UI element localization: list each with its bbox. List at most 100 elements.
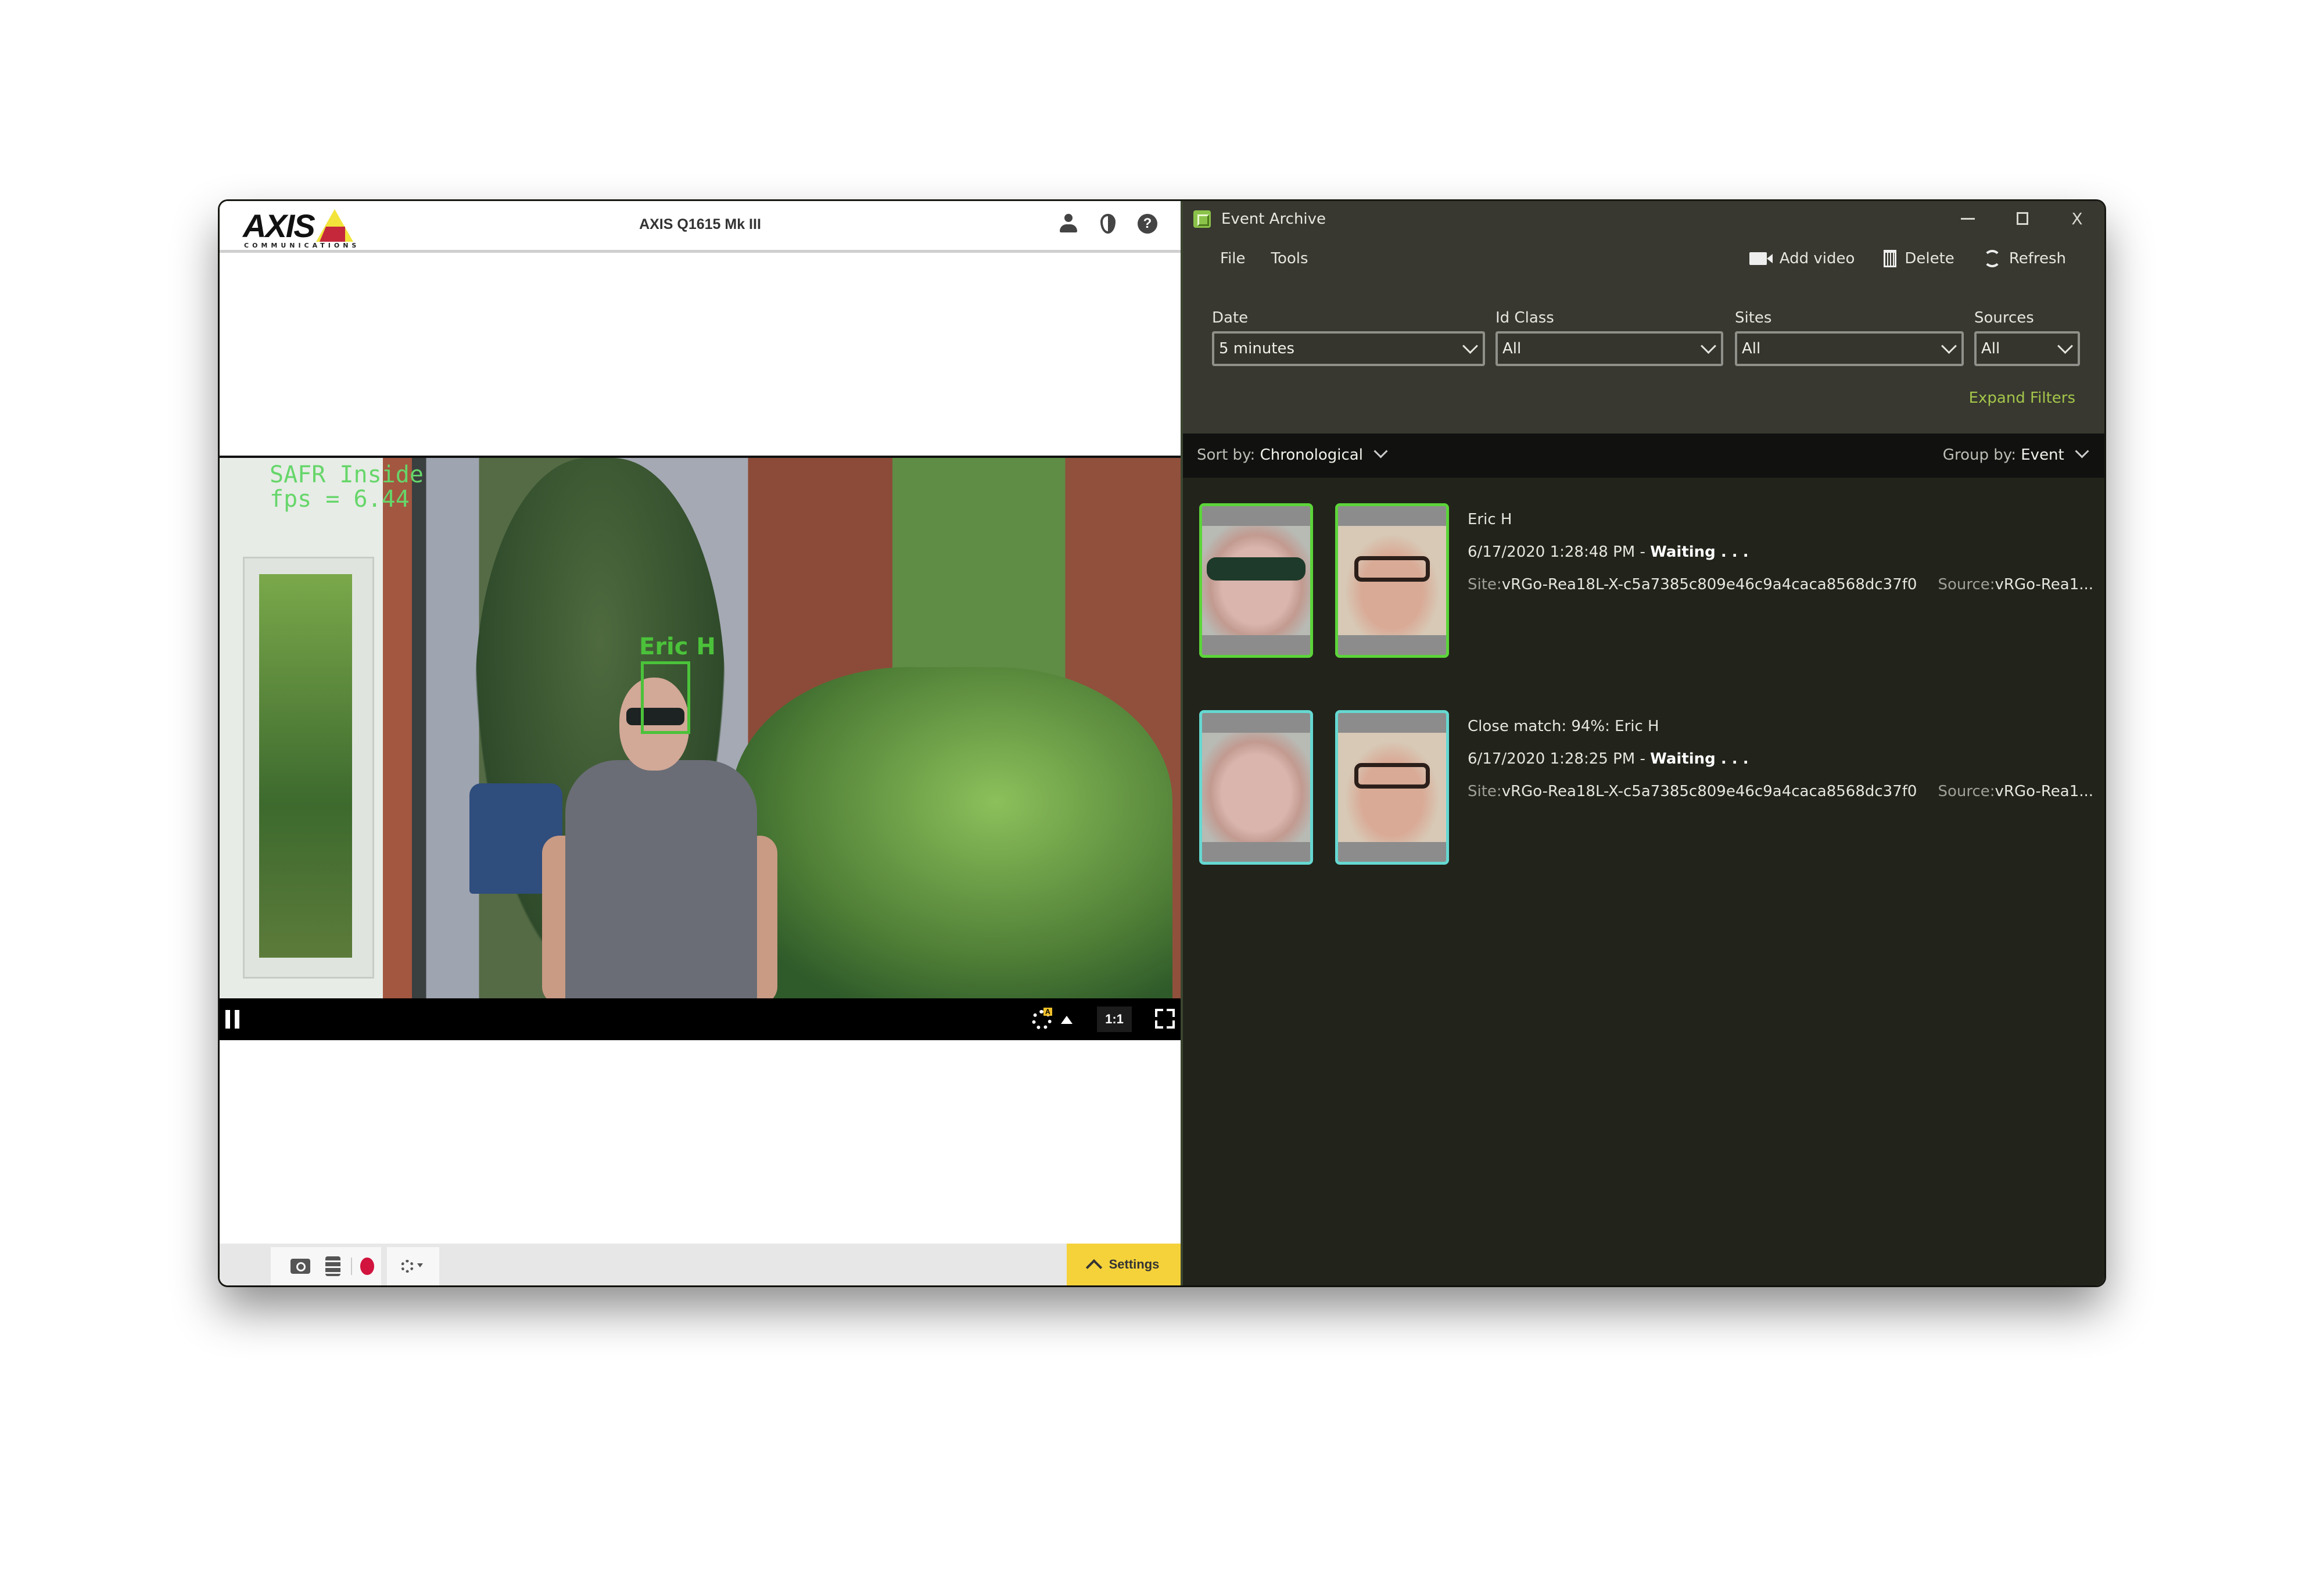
event-site-row: Site:vRGo-Rea18L-X-c5a7385c809e46c9a4cac… xyxy=(1468,568,2093,601)
add-video-label: Add video xyxy=(1779,250,1855,267)
event-details: Eric H 6/17/2020 1:28:48 PM - Waiting . … xyxy=(1468,503,2093,601)
sites-filter-label: Sites xyxy=(1735,309,1772,327)
header-icons: ? xyxy=(1059,214,1157,234)
add-video-button[interactable]: Add video xyxy=(1749,250,1855,267)
fullscreen-icon[interactable] xyxy=(1155,1009,1175,1029)
video-camera-icon xyxy=(1749,252,1773,265)
menu-file[interactable]: File xyxy=(1220,250,1246,267)
settings-button[interactable]: Settings xyxy=(1067,1244,1181,1285)
caret-down-icon[interactable] xyxy=(417,1263,423,1267)
reference-face-thumbnail[interactable] xyxy=(1335,710,1449,865)
site-value: vRGo-Rea18L-X-c5a7385c809e46c9a4caca8568… xyxy=(1501,783,1917,800)
source-label: Source: xyxy=(1938,576,1995,593)
delete-label: Delete xyxy=(1905,250,1954,267)
gear-icon[interactable] xyxy=(401,1260,414,1273)
expand-filters-link[interactable]: Expand Filters xyxy=(1969,389,2075,407)
sort-group-bar: Sort by: Chronological Group by: Event xyxy=(1183,434,2104,478)
event-archive-top: Event Archive X File Tools Add video Del… xyxy=(1183,201,2104,434)
minimize-button[interactable] xyxy=(1941,201,1995,236)
event-timestamp: 6/17/2020 1:28:48 PM - xyxy=(1468,543,1645,561)
sources-filter-value: All xyxy=(1981,340,2000,357)
group-by-dropdown[interactable]: Group by: Event xyxy=(1943,444,2089,464)
site-value: vRGo-Rea18L-X-c5a7385c809e46c9a4caca8568… xyxy=(1501,576,1917,593)
sort-by-dropdown[interactable]: Sort by: Chronological xyxy=(1197,444,1388,464)
reference-face-thumbnail[interactable] xyxy=(1335,503,1449,658)
safr-brand-text: SAFR Inside xyxy=(270,461,424,488)
fps-readout: fps = 6.44 xyxy=(270,486,410,513)
detected-face-thumbnail[interactable] xyxy=(1199,503,1313,658)
sort-by-value: Chronological xyxy=(1260,446,1363,464)
scene-door-glass xyxy=(259,574,352,958)
chevron-down-icon xyxy=(1462,338,1478,354)
axis-logo-subtitle: COMMUNICATIONS xyxy=(244,242,360,249)
auto-badge: A xyxy=(1043,1008,1052,1016)
date-filter-select[interactable]: 5 minutes xyxy=(1212,331,1485,366)
site-label: Site: xyxy=(1468,783,1502,800)
title-bar: Event Archive xyxy=(1193,210,1326,228)
group-by-value: Event xyxy=(2021,446,2064,464)
event-status: Waiting . . . xyxy=(1650,750,1749,768)
pause-icon[interactable] xyxy=(225,1010,239,1029)
event-time-row: 6/17/2020 1:28:25 PM - Waiting . . . xyxy=(1468,743,2093,775)
storage-icon[interactable] xyxy=(325,1256,340,1276)
glasses-shape xyxy=(1354,763,1430,789)
aspect-ratio-button[interactable]: 1:1 xyxy=(1097,1006,1132,1032)
event-list-item[interactable]: Close match: 94%: Eric H 6/17/2020 1:28:… xyxy=(1183,710,2104,873)
snapshot-camera-icon[interactable] xyxy=(290,1259,310,1274)
face-image xyxy=(1202,733,1310,842)
sites-filter-select[interactable]: All xyxy=(1735,331,1964,366)
window-controls: X xyxy=(1941,201,2104,236)
live-video-stream[interactable]: SAFR Inside fps = 6.44 Eric H xyxy=(220,456,1181,1001)
safr-overlay: SAFR Inside fps = 6.44 xyxy=(270,463,424,511)
sort-by-prefix: Sort by: xyxy=(1197,446,1256,464)
id-class-filter-select[interactable]: All xyxy=(1495,331,1723,366)
maximize-icon xyxy=(2017,212,2028,225)
event-details: Close match: 94%: Eric H 6/17/2020 1:28:… xyxy=(1468,710,2093,808)
chevron-down-icon xyxy=(2075,444,2089,458)
sources-filter-select[interactable]: All xyxy=(1974,331,2080,366)
id-class-filter-label: Id Class xyxy=(1495,309,1554,327)
video-control-bar: A 1:1 xyxy=(220,998,1181,1040)
source-label: Source: xyxy=(1938,783,1995,800)
scene-person-body xyxy=(565,760,757,1001)
axis-camera-panel: AXIS COMMUNICATIONS AXIS Q1615 Mk III ? xyxy=(220,201,1181,1285)
scene-hedge xyxy=(731,667,1172,1001)
delete-button[interactable]: Delete xyxy=(1884,250,1954,267)
axis-header: AXIS COMMUNICATIONS AXIS Q1615 Mk III ? xyxy=(220,201,1181,253)
chevron-down-icon xyxy=(1373,444,1388,458)
minimize-icon xyxy=(1961,217,1975,220)
id-class-filter-value: All xyxy=(1502,340,1522,357)
source-value: vRGo-Rea1... xyxy=(1995,576,2094,593)
camera-model-title: AXIS Q1615 Mk III xyxy=(639,216,761,232)
event-status: Waiting . . . xyxy=(1650,543,1749,561)
event-site-row: Site:vRGo-Rea18L-X-c5a7385c809e46c9a4cac… xyxy=(1468,775,2093,808)
sites-filter-value: All xyxy=(1742,340,1761,357)
date-filter-value: 5 minutes xyxy=(1219,340,1295,357)
chevron-down-icon xyxy=(1941,338,1957,354)
axis-bottom-toolbar: Settings xyxy=(220,1244,1181,1285)
event-list-item[interactable]: Eric H 6/17/2020 1:28:48 PM - Waiting . … xyxy=(1183,503,2104,666)
settings-button-label: Settings xyxy=(1109,1257,1160,1271)
detected-face-thumbnail[interactable] xyxy=(1199,710,1313,865)
capture-tools-group xyxy=(271,1247,381,1285)
chevron-up-icon xyxy=(1085,1259,1102,1276)
face-detection-box xyxy=(641,661,690,734)
stream-settings-group xyxy=(387,1247,439,1285)
maximize-button[interactable] xyxy=(1995,201,2050,236)
record-icon[interactable] xyxy=(360,1258,374,1275)
refresh-button[interactable]: Refresh xyxy=(1983,250,2066,267)
close-button[interactable]: X xyxy=(2050,201,2104,236)
event-title: Close match: 94%: Eric H xyxy=(1468,718,1659,735)
window-title: Event Archive xyxy=(1221,210,1326,228)
app-icon xyxy=(1193,210,1211,228)
chevron-down-icon xyxy=(2057,338,2073,354)
help-icon[interactable]: ? xyxy=(1138,214,1157,234)
menu-tools[interactable]: Tools xyxy=(1271,250,1308,267)
expand-up-icon[interactable] xyxy=(1061,1016,1073,1024)
user-icon[interactable] xyxy=(1059,214,1078,234)
trash-icon xyxy=(1884,250,1897,267)
event-timestamp: 6/17/2020 1:28:25 PM - xyxy=(1468,750,1645,768)
contrast-icon[interactable] xyxy=(1100,214,1116,234)
menu-bar: File Tools xyxy=(1220,250,1308,267)
event-archive-window: Event Archive X File Tools Add video Del… xyxy=(1181,201,2104,1285)
